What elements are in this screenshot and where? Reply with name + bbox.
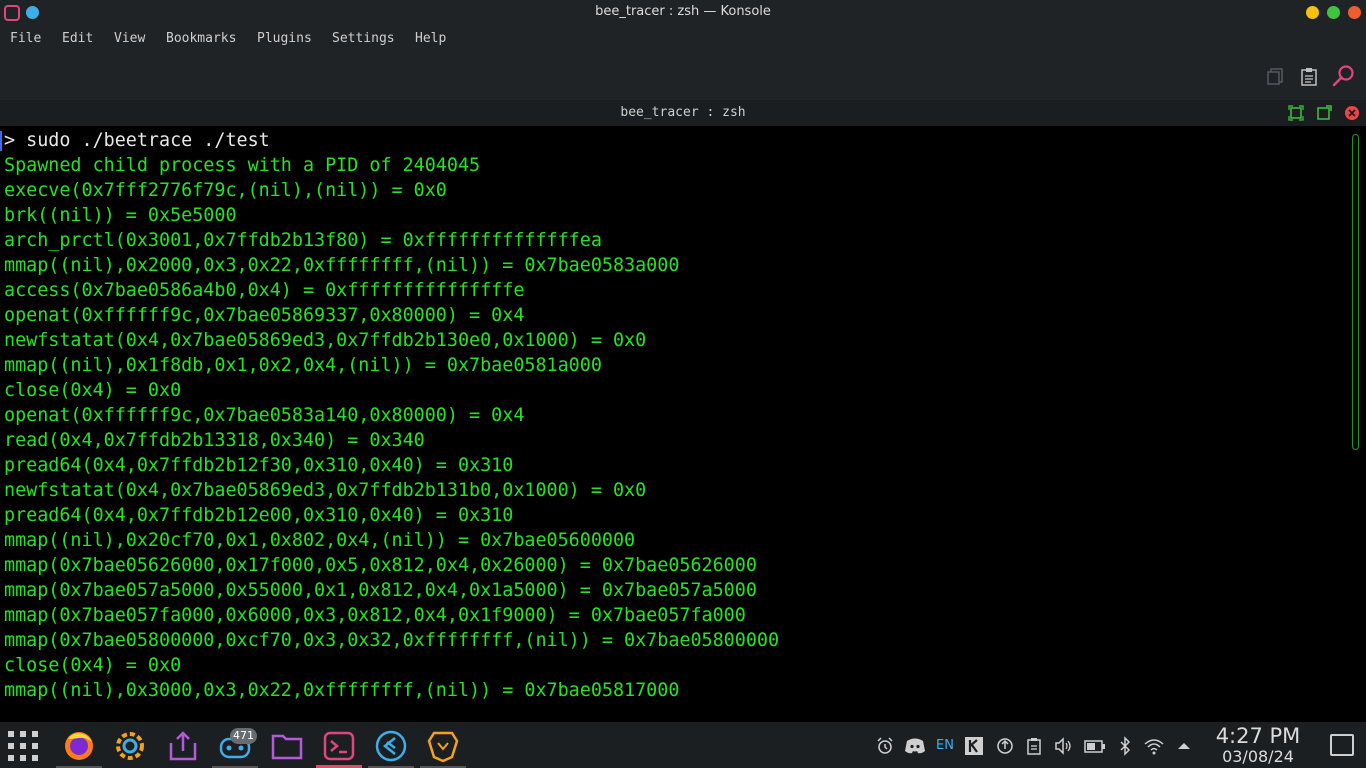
wifi-icon[interactable]: [1144, 736, 1164, 756]
clock-time[interactable]: 4:27 PM: [1207, 724, 1309, 748]
dolphin-files-icon[interactable]: [270, 729, 304, 763]
new-tab-icon[interactable]: [1316, 105, 1332, 121]
copy-icon[interactable]: [1266, 66, 1286, 86]
menu-help[interactable]: Help: [415, 31, 446, 46]
prompt-marker: [0, 131, 2, 151]
terminal-line: execve(0x7fff2776f79c,(nil),(nil)) = 0x0: [4, 180, 447, 201]
app-launcher-icon[interactable]: [6, 729, 40, 763]
close-tab-icon[interactable]: [1344, 105, 1360, 121]
vscode-icon[interactable]: [374, 729, 408, 763]
terminal-line: arch_prctl(0x3001,0x7ffdb2b13f80) = 0xff…: [4, 230, 602, 251]
kde-connect-icon[interactable]: [964, 736, 984, 756]
session-tabbar: bee_tracer : zsh: [0, 100, 1366, 126]
prompt-command-line: > sudo ./beetrace ./test: [4, 130, 270, 151]
minimize-button[interactable]: [1306, 6, 1319, 19]
toolbar: [0, 53, 1366, 101]
menu-edit[interactable]: Edit: [62, 31, 93, 46]
tray-expand-icon[interactable]: [1174, 736, 1194, 756]
menu-file[interactable]: File: [10, 31, 41, 46]
terminal-line: mmap((nil),0x1f8db,0x1,0x2,0x4,(nil)) = …: [4, 355, 602, 376]
menu-view[interactable]: View: [114, 31, 145, 46]
menu-plugins[interactable]: Plugins: [257, 31, 312, 46]
terminal-line: mmap((nil),0x20cf70,0x1,0x802,0x4,(nil))…: [4, 530, 636, 551]
close-button[interactable]: [1348, 6, 1361, 19]
battery-icon[interactable]: [1084, 736, 1106, 756]
scrollbar-thumb[interactable]: [1352, 134, 1359, 450]
maximize-split-icon[interactable]: [1288, 105, 1304, 121]
terminal-line: access(0x7bae0586a4b0,0x4) = 0xfffffffff…: [4, 280, 525, 301]
brave-icon[interactable]: [426, 729, 460, 763]
menu-settings[interactable]: Settings: [332, 31, 395, 46]
terminal-line: pread64(0x4,0x7ffdb2b12f30,0x310,0x40) =…: [4, 455, 514, 476]
alarm-icon[interactable]: [875, 736, 895, 756]
terminal-line: Spawned child process with a PID of 2404…: [4, 155, 481, 176]
window-title: bee_tracer : zsh — Konsole: [595, 4, 771, 19]
terminal-line: mmap((nil),0x3000,0x3,0x22,0xffffffff,(n…: [4, 680, 680, 701]
terminal-line: mmap(0x7bae057a5000,0x55000,0x1,0x812,0x…: [4, 580, 757, 601]
discord-icon[interactable]: [904, 736, 926, 756]
maximize-button[interactable]: [1327, 6, 1340, 19]
terminal-line: pread64(0x4,0x7ffdb2b12e00,0x310,0x40) =…: [4, 505, 514, 526]
find-icon[interactable]: [1332, 64, 1356, 88]
terminal-line: mmap(0x7bae057fa000,0x6000,0x3,0x812,0x4…: [4, 605, 746, 626]
terminal-line: openat(0xffffff9c,0x7bae0583a140,0x80000…: [4, 405, 525, 426]
window-titlebar: bee_tracer : zsh — Konsole: [0, 0, 1366, 25]
discover-icon[interactable]: [166, 729, 200, 763]
terminal-line: read(0x4,0x7ffdb2b13318,0x340) = 0x340: [4, 430, 425, 451]
terminal-line: close(0x4) = 0x0: [4, 655, 182, 676]
terminal-line: newfstatat(0x4,0x7bae05869ed3,0x7ffdb2b1…: [4, 330, 647, 351]
konsole-icon[interactable]: [322, 729, 356, 763]
terminal-line: mmap((nil),0x2000,0x3,0x22,0xffffffff,(n…: [4, 255, 680, 276]
menubar: File Edit View Bookmarks Plugins Setting…: [0, 25, 1366, 53]
clock-date[interactable]: 03/08/24: [1207, 747, 1309, 766]
volume-icon[interactable]: [1053, 736, 1073, 756]
update-notifier-icon[interactable]: [995, 736, 1015, 756]
show-desktop-button[interactable]: [1330, 734, 1354, 756]
terminal-line: mmap(0x7bae05800000,0xcf70,0x3,0x32,0xff…: [4, 630, 780, 651]
terminal-line: openat(0xffffff9c,0x7bae05869337,0x80000…: [4, 305, 525, 326]
menu-bookmarks[interactable]: Bookmarks: [166, 31, 236, 46]
paste-icon[interactable]: [1299, 66, 1319, 86]
system-settings-icon[interactable]: [113, 729, 147, 763]
notification-badge: 471: [230, 728, 257, 744]
bluetooth-icon[interactable]: [1115, 736, 1135, 756]
terminal-line: close(0x4) = 0x0: [4, 380, 182, 401]
keyboard-layout-indicator[interactable]: EN: [936, 738, 954, 753]
terminal-line: newfstatat(0x4,0x7bae05869ed3,0x7ffdb2b1…: [4, 480, 647, 501]
clipboard-icon[interactable]: [1024, 736, 1044, 756]
session-tab-title[interactable]: bee_tracer : zsh: [0, 105, 1366, 120]
firefox-icon[interactable]: [62, 729, 96, 763]
terminal-line: brk((nil)) = 0x5e5000: [4, 205, 237, 226]
terminal-line: mmap(0x7bae05626000,0x17f000,0x5,0x812,0…: [4, 555, 757, 576]
